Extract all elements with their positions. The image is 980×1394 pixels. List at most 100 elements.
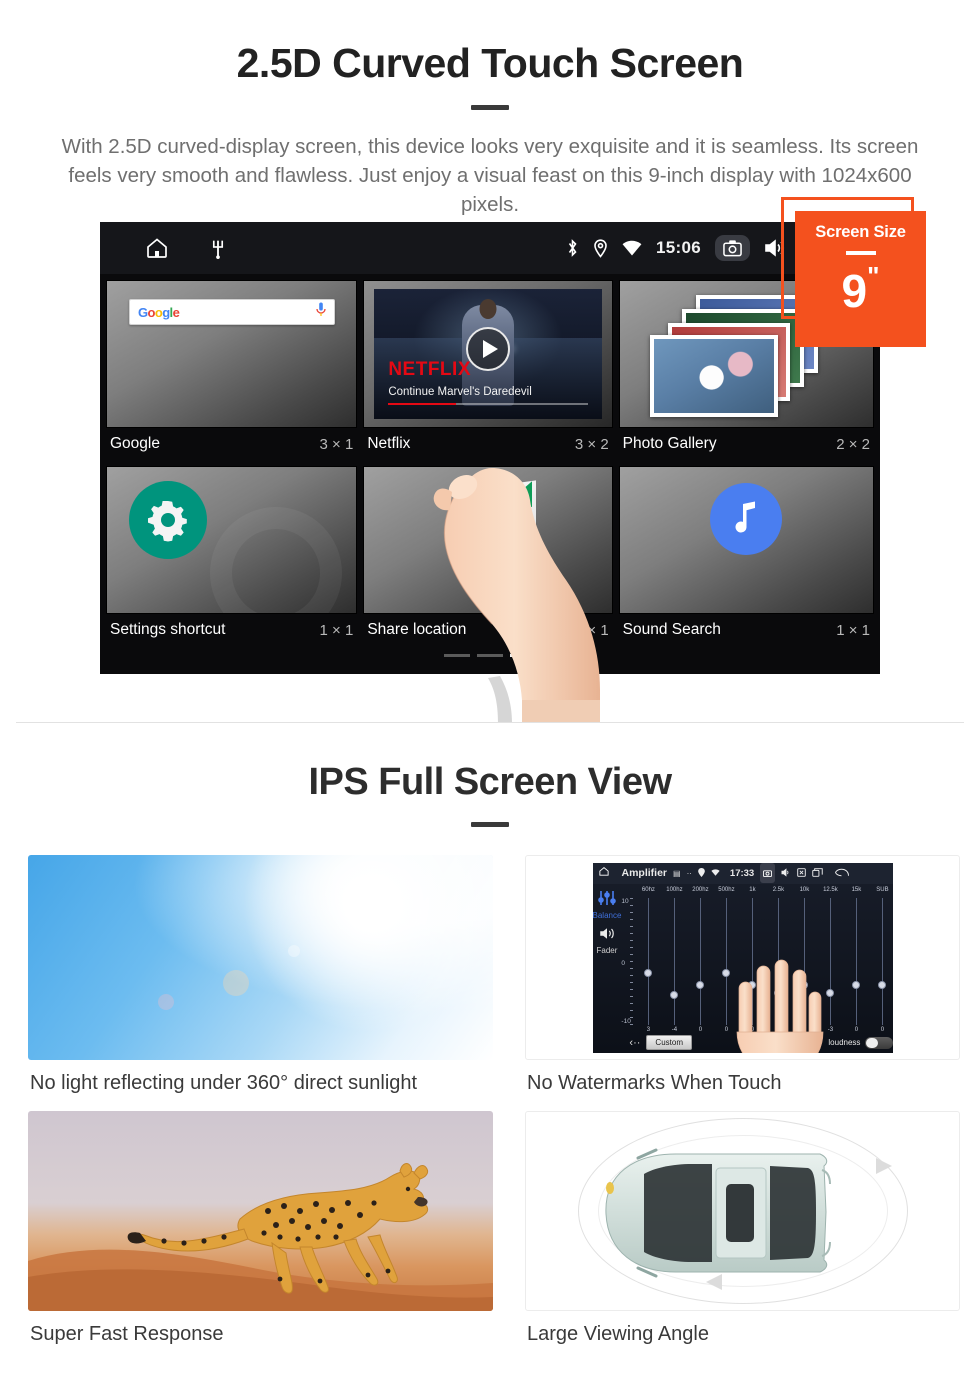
recents-icon[interactable] — [812, 867, 823, 879]
share-location-widget-preview[interactable]: G — [363, 466, 613, 614]
scale-ticks — [630, 897, 634, 1025]
fader-label[interactable]: Fader — [593, 946, 622, 955]
widget-meta: Share location 1 × 1 — [363, 614, 612, 648]
page-dot-active[interactable] — [510, 654, 536, 657]
slider-knob[interactable] — [696, 981, 705, 990]
amplifier-equalizer-screenshot: Amplifier ▤ ·· 17:33 Balance Fader 60hz … — [525, 855, 960, 1060]
music-note-icon[interactable] — [710, 483, 783, 555]
widget-name: Settings shortcut — [110, 621, 226, 638]
widget-size: 3 × 2 — [574, 435, 609, 453]
slider-knob[interactable] — [722, 968, 731, 977]
band-label: 12.5k — [823, 886, 838, 893]
section-title: IPS Full Screen View — [308, 761, 672, 803]
sound-search-widget-preview[interactable] — [618, 466, 874, 614]
hand-touching-sliders — [737, 959, 824, 1053]
dots-icon: ·· — [686, 868, 692, 878]
camera-icon[interactable] — [760, 863, 776, 883]
figure-head — [479, 299, 497, 320]
badge-divider — [845, 251, 876, 255]
wifi-icon — [622, 240, 642, 256]
band-label: 200hz — [692, 886, 709, 893]
widget-row-2: Settings shortcut 1 × 1 G Share location… — [106, 466, 874, 648]
equalizer-panel: 60hz 100hz 200hz 500hz 1k 2.5k 10k 12.5k… — [621, 884, 893, 1053]
eq-slider[interactable] — [843, 897, 869, 1025]
page-indicator[interactable] — [106, 652, 874, 657]
slider-knob[interactable] — [644, 968, 653, 977]
widget-name: Google — [110, 435, 160, 452]
page-dot[interactable] — [444, 654, 470, 657]
widget-sound-search[interactable]: Sound Search 1 × 1 — [618, 466, 874, 648]
loudness-control[interactable]: loudness — [828, 1036, 893, 1049]
widget-share-location[interactable]: G Share location 1 × 1 — [363, 466, 613, 648]
ips-full-screen-view-section: IPS Full Screen View No light reflecting… — [0, 723, 980, 1362]
badge-value: 9" — [795, 260, 926, 314]
sliders-icon[interactable] — [593, 890, 622, 911]
eq-slider[interactable] — [661, 897, 687, 1025]
band-label: SUB — [876, 886, 889, 893]
amplifier-title: Amplifier — [621, 867, 668, 879]
eq-slider[interactable] — [635, 897, 661, 1025]
feature-card-sunlight: No light reflecting under 360° direct su… — [28, 855, 493, 1111]
loudness-label: loudness — [828, 1038, 861, 1047]
widget-netflix[interactable]: NETFLIX Continue Marvel's Daredevil Netf… — [363, 280, 613, 462]
band-label: 10k — [799, 886, 810, 893]
maps-icon[interactable]: G — [458, 479, 540, 548]
back-icon[interactable] — [835, 868, 850, 879]
play-icon[interactable] — [466, 326, 510, 371]
home-icon[interactable] — [598, 864, 610, 882]
preset-button[interactable]: Custom — [646, 1035, 692, 1050]
netflix-continue-title: Continue Marvel's Daredevil — [388, 386, 532, 398]
balance-label[interactable]: Balance — [593, 911, 622, 920]
widget-meta: Google 3 × 1 — [106, 428, 357, 462]
gear-icon[interactable] — [129, 481, 207, 559]
cheetah-illustration — [28, 1163, 493, 1311]
band-label: 2.5k — [772, 886, 785, 893]
amplifier-status-bar: Amplifier ▤ ·· 17:33 — [592, 862, 893, 884]
sunlight-sky-image — [28, 855, 493, 1060]
google-widget-preview[interactable]: Google — [106, 280, 358, 428]
back-arrow-icon[interactable]: ‹·· — [629, 1037, 640, 1049]
eq-slider[interactable] — [687, 897, 713, 1025]
eq-slider[interactable] — [869, 897, 892, 1025]
scale-bottom: -10 — [621, 1017, 631, 1025]
slider-knob[interactable] — [670, 991, 679, 1000]
slider-knob[interactable] — [878, 981, 887, 990]
google-logo: Google — [138, 304, 180, 320]
netflix-widget-preview[interactable]: NETFLIX Continue Marvel's Daredevil — [363, 280, 613, 428]
widget-size: 2 × 2 — [836, 435, 870, 453]
widget-grid: Google Google 3 × 1 NETFLIX Continue Mar… — [100, 274, 880, 657]
car-top-view-image — [525, 1111, 960, 1311]
widget-meta: Sound Search 1 × 1 — [619, 614, 874, 648]
settings-widget-preview[interactable] — [106, 466, 358, 614]
microphone-icon[interactable] — [316, 302, 326, 322]
speaker-icon[interactable] — [593, 926, 622, 946]
widget-size: 1 × 1 — [836, 621, 870, 639]
band-label: 100hz — [666, 886, 683, 893]
scale-mid: 0 — [621, 960, 626, 967]
lens-flare — [158, 994, 175, 1011]
volume-icon[interactable] — [781, 867, 791, 879]
location-icon — [698, 867, 705, 879]
mute-icon[interactable] — [797, 867, 806, 879]
band-label: 500hz — [718, 886, 735, 893]
widget-name: Photo Gallery — [622, 435, 717, 452]
usb-icon[interactable] — [210, 237, 226, 259]
scale-top: 10 — [621, 897, 629, 905]
equalizer-body: Balance Fader 60hz 100hz 200hz 500hz 1k … — [592, 883, 893, 1053]
loudness-toggle[interactable] — [865, 1036, 893, 1049]
slider-knob[interactable] — [852, 981, 861, 990]
widget-google[interactable]: Google Google 3 × 1 — [106, 280, 358, 462]
bluetooth-icon — [566, 238, 579, 258]
feature-caption: No light reflecting under 360° direct su… — [30, 1072, 418, 1094]
band-label: 1k — [749, 886, 756, 893]
camera-icon[interactable] — [715, 235, 750, 261]
google-search-input[interactable]: Google — [129, 299, 335, 325]
badge-unit: " — [867, 260, 880, 291]
amplifier-screen: Amplifier ▤ ·· 17:33 Balance Fader 60hz … — [592, 862, 893, 1053]
page-dot[interactable] — [477, 654, 503, 657]
frequency-labels: 60hz 100hz 200hz 500hz 1k 2.5k 10k 12.5k… — [621, 884, 892, 893]
home-icon[interactable] — [144, 236, 170, 260]
widget-settings-shortcut[interactable]: Settings shortcut 1 × 1 — [106, 466, 358, 648]
band-label: 60hz — [641, 886, 655, 893]
widget-name: Sound Search — [622, 621, 721, 638]
